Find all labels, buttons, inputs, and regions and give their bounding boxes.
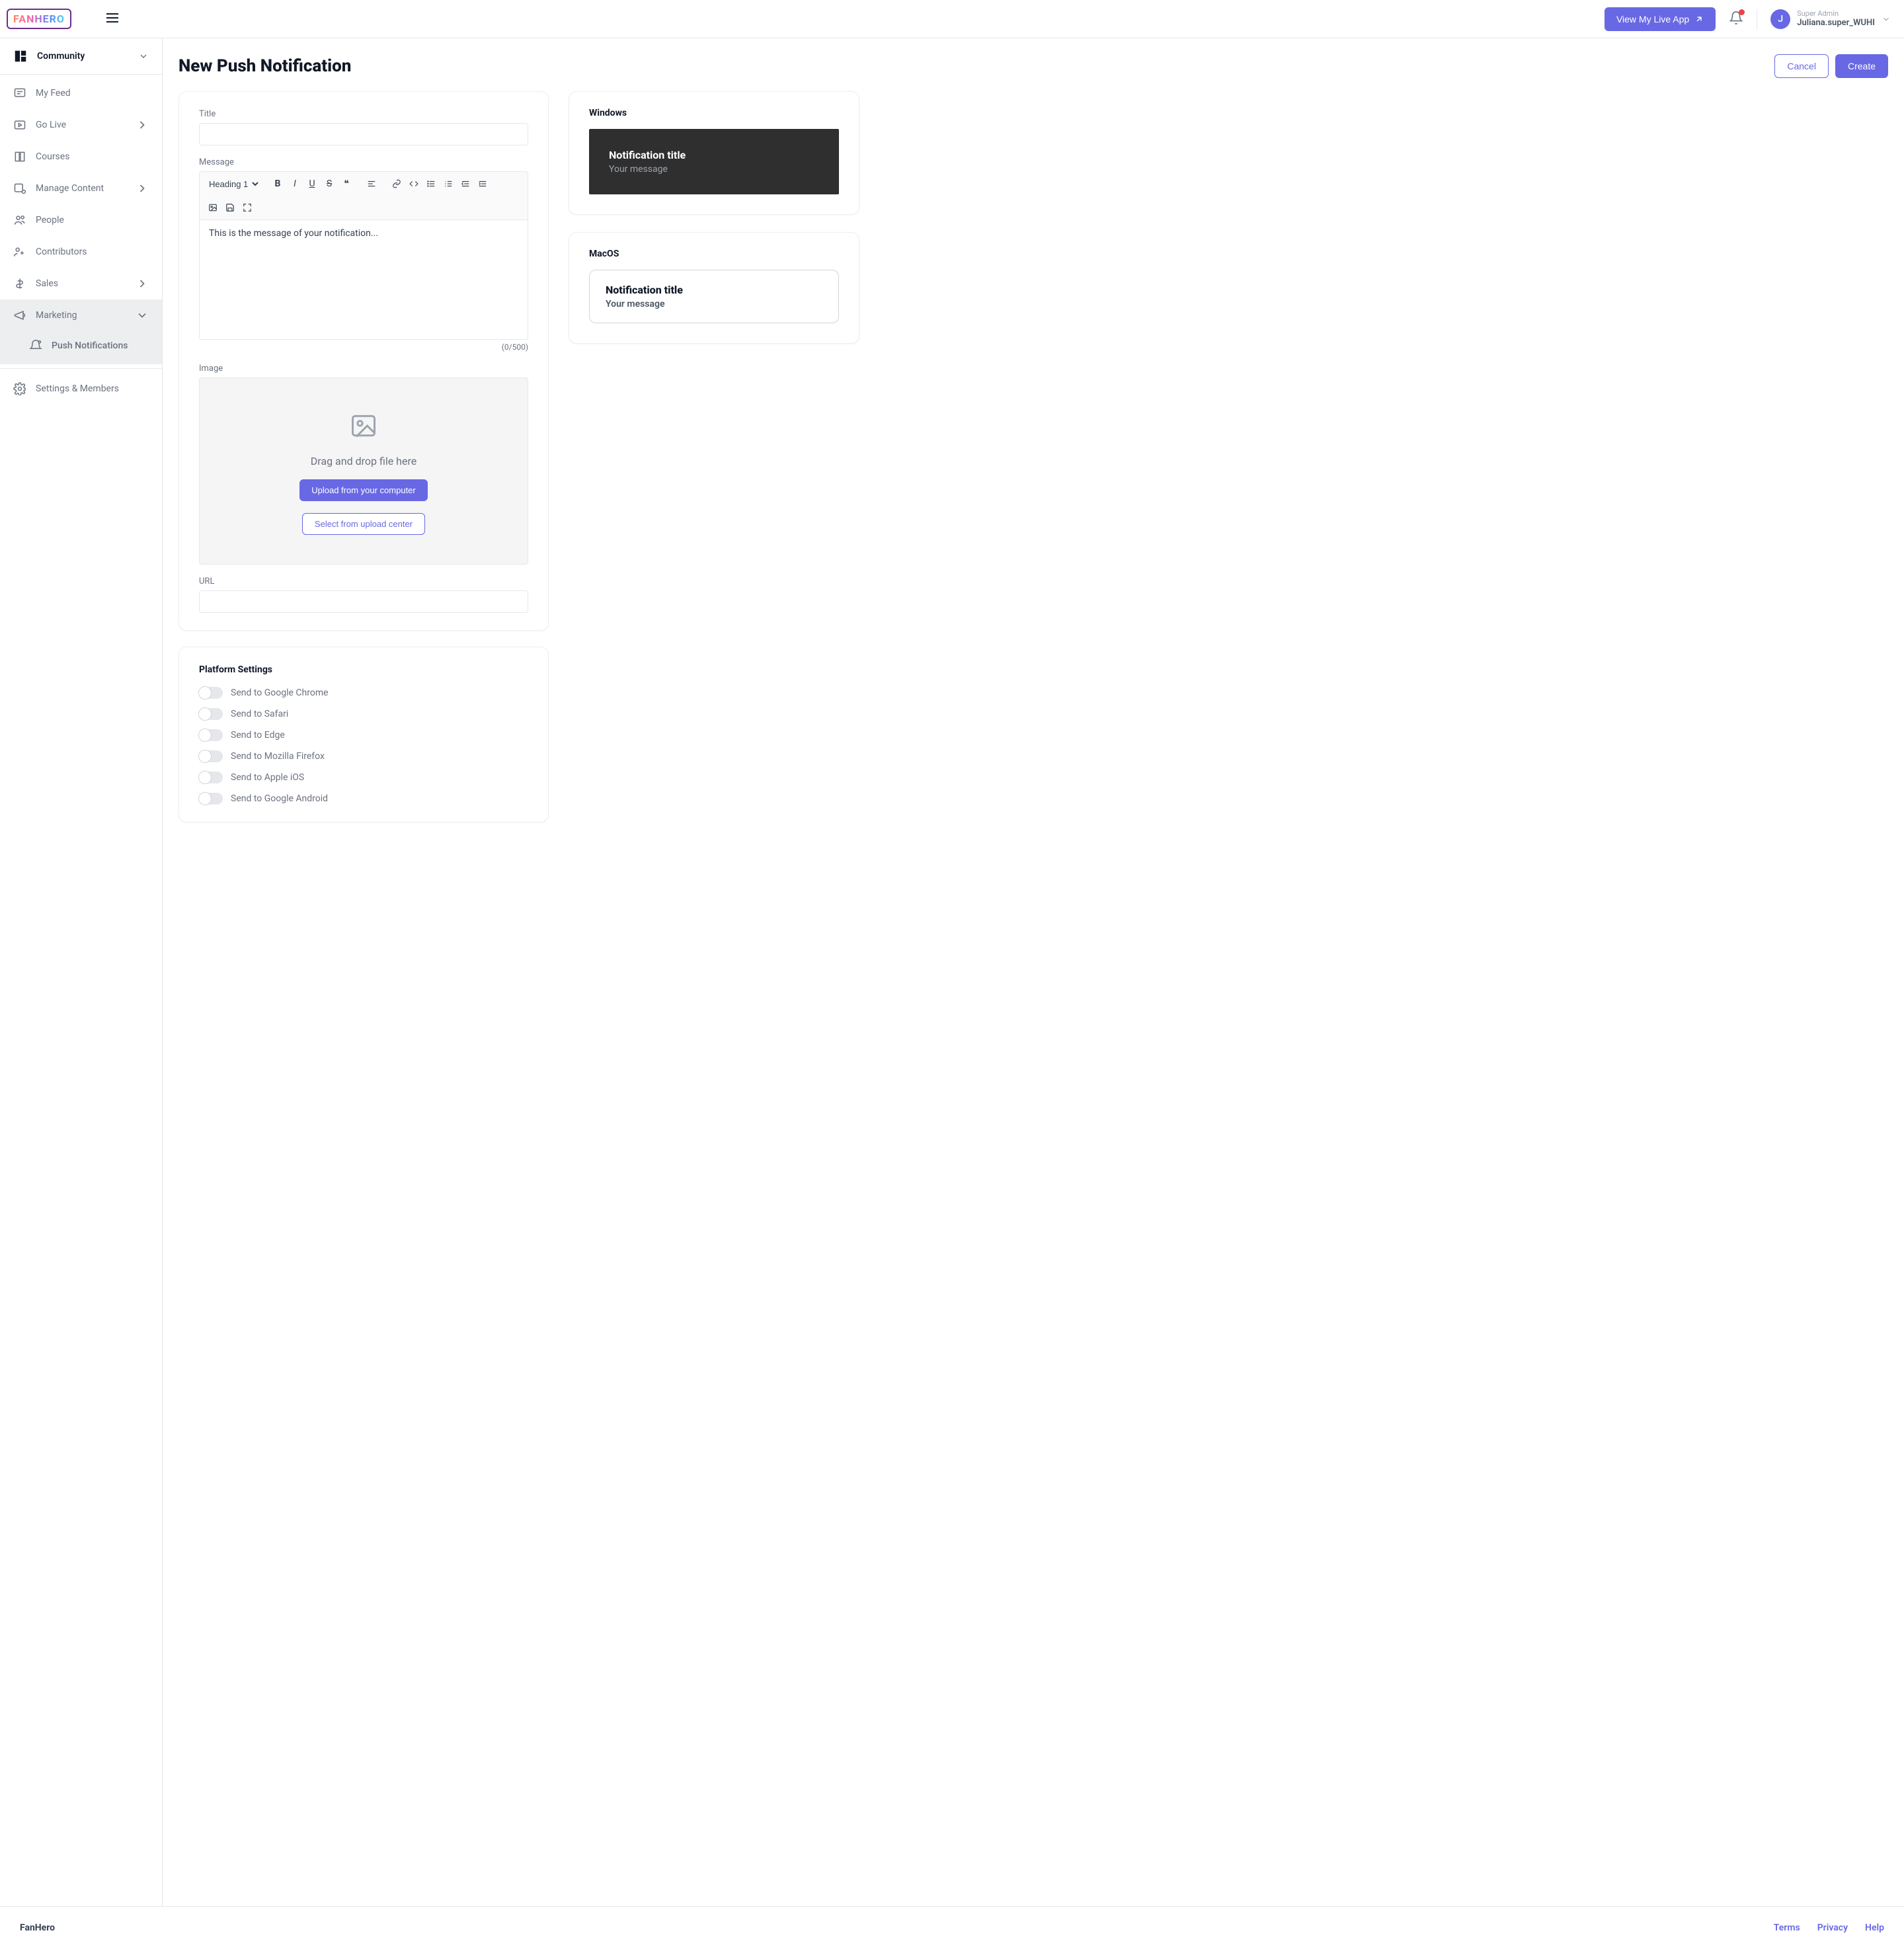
ol-icon[interactable]	[440, 176, 456, 192]
sidebar-item-feed[interactable]: My Feed	[0, 77, 162, 109]
people-icon	[13, 214, 26, 227]
external-link-icon	[1694, 15, 1704, 24]
title-input[interactable]	[199, 123, 528, 145]
macos-preview-label: MacOS	[589, 249, 839, 259]
toggle-firefox[interactable]	[199, 750, 223, 762]
outdent-icon[interactable]	[457, 176, 473, 192]
toggle-android[interactable]	[199, 793, 223, 805]
sidebar-item-settings[interactable]: Settings & Members	[0, 373, 162, 405]
message-label: Message	[199, 157, 528, 167]
windows-preview: Notification title Your message	[589, 129, 839, 194]
url-input[interactable]	[199, 590, 528, 613]
image-placeholder-icon	[349, 411, 378, 443]
community-selector[interactable]: Community	[0, 38, 162, 75]
select-upload-center-button[interactable]: Select from upload center	[302, 513, 425, 535]
content-icon	[13, 182, 26, 195]
quote-icon[interactable]: ❝	[338, 176, 354, 192]
toggle-chrome[interactable]	[199, 687, 223, 699]
toggle-safari[interactable]	[199, 708, 223, 720]
image-label: Image	[199, 364, 528, 374]
underline-icon[interactable]: U	[304, 176, 320, 192]
char-counter: (0/500)	[199, 342, 528, 352]
toggle-label: Send to Google Chrome	[231, 688, 329, 698]
feed-icon	[13, 87, 26, 100]
toggle-label: Send to Google Android	[231, 793, 328, 804]
avatar: J	[1770, 9, 1790, 29]
sidebar-item-contributors[interactable]: Contributors	[0, 236, 162, 268]
user-name: Juliana.super_WUHI	[1797, 18, 1875, 28]
align-icon[interactable]	[364, 176, 379, 192]
page-title: New Push Notification	[178, 56, 351, 76]
toggle-label: Send to Mozilla Firefox	[231, 751, 325, 762]
footer-terms[interactable]: Terms	[1774, 1923, 1800, 1933]
sales-icon	[13, 277, 26, 290]
courses-icon	[13, 150, 26, 163]
contributors-icon	[13, 245, 26, 259]
chevron-down-icon	[138, 51, 149, 61]
message-editor[interactable]: This is the message of your notification…	[200, 220, 528, 339]
italic-icon[interactable]: I	[287, 176, 303, 192]
chevron-right-icon	[136, 118, 149, 132]
push-icon	[29, 339, 42, 352]
heading-select[interactable]: Heading 1	[205, 177, 260, 191]
platform-settings-title: Platform Settings	[199, 664, 528, 675]
dropzone-text: Drag and drop file here	[311, 455, 416, 467]
upload-button[interactable]: Upload from your computer	[299, 479, 428, 501]
strike-icon[interactable]: S	[321, 176, 337, 192]
image-icon[interactable]	[205, 200, 221, 216]
save-icon[interactable]	[222, 200, 238, 216]
user-menu[interactable]: J Super Admin Juliana.super_WUHI	[1770, 9, 1891, 29]
gear-icon	[13, 382, 26, 395]
sidebar-item-people[interactable]: People	[0, 204, 162, 236]
golive-icon	[13, 118, 26, 132]
ul-icon[interactable]	[423, 176, 439, 192]
sidebar-item-sales[interactable]: Sales	[0, 268, 162, 299]
link-icon[interactable]	[389, 176, 405, 192]
image-dropzone[interactable]: Drag and drop file here Upload from your…	[199, 378, 528, 565]
logo[interactable]: FANHERO	[7, 9, 71, 29]
footer-privacy[interactable]: Privacy	[1817, 1923, 1848, 1933]
chevron-down-icon	[1882, 15, 1891, 24]
sidebar-item-content[interactable]: Manage Content	[0, 173, 162, 204]
bell-unread-dot	[1739, 9, 1745, 15]
sidebar-item-marketing[interactable]: Marketing	[0, 299, 162, 331]
view-live-app-button[interactable]: View My Live App	[1605, 7, 1716, 31]
url-label: URL	[199, 577, 528, 586]
create-button[interactable]: Create	[1835, 54, 1888, 78]
toggle-ios[interactable]	[199, 772, 223, 783]
windows-preview-label: Windows	[589, 108, 839, 118]
macos-preview: Notification title Your message	[589, 270, 839, 323]
cancel-button[interactable]: Cancel	[1774, 54, 1829, 78]
toggle-label: Send to Edge	[231, 730, 285, 740]
chevron-right-icon	[136, 277, 149, 290]
fullscreen-icon[interactable]	[239, 200, 255, 216]
sidebar-toggle[interactable]	[104, 10, 120, 28]
sidebar-item-courses[interactable]: Courses	[0, 141, 162, 173]
notifications-bell[interactable]	[1729, 11, 1743, 28]
community-icon	[13, 49, 28, 63]
toggle-label: Send to Safari	[231, 709, 288, 719]
sidebar-item-golive[interactable]: Go Live	[0, 109, 162, 141]
code-icon[interactable]	[406, 176, 422, 192]
sidebar-item-push[interactable]: Push Notifications	[29, 331, 162, 364]
footer-brand: FanHero	[20, 1923, 55, 1933]
chevron-down-icon	[136, 309, 149, 322]
toggle-edge[interactable]	[199, 729, 223, 741]
marketing-icon	[13, 309, 26, 322]
title-label: Title	[199, 109, 528, 119]
bold-icon[interactable]: B	[270, 176, 286, 192]
chevron-right-icon	[136, 182, 149, 195]
indent-icon[interactable]	[475, 176, 491, 192]
user-role: Super Admin	[1797, 9, 1875, 18]
footer-help[interactable]: Help	[1865, 1923, 1884, 1933]
toggle-label: Send to Apple iOS	[231, 772, 304, 783]
